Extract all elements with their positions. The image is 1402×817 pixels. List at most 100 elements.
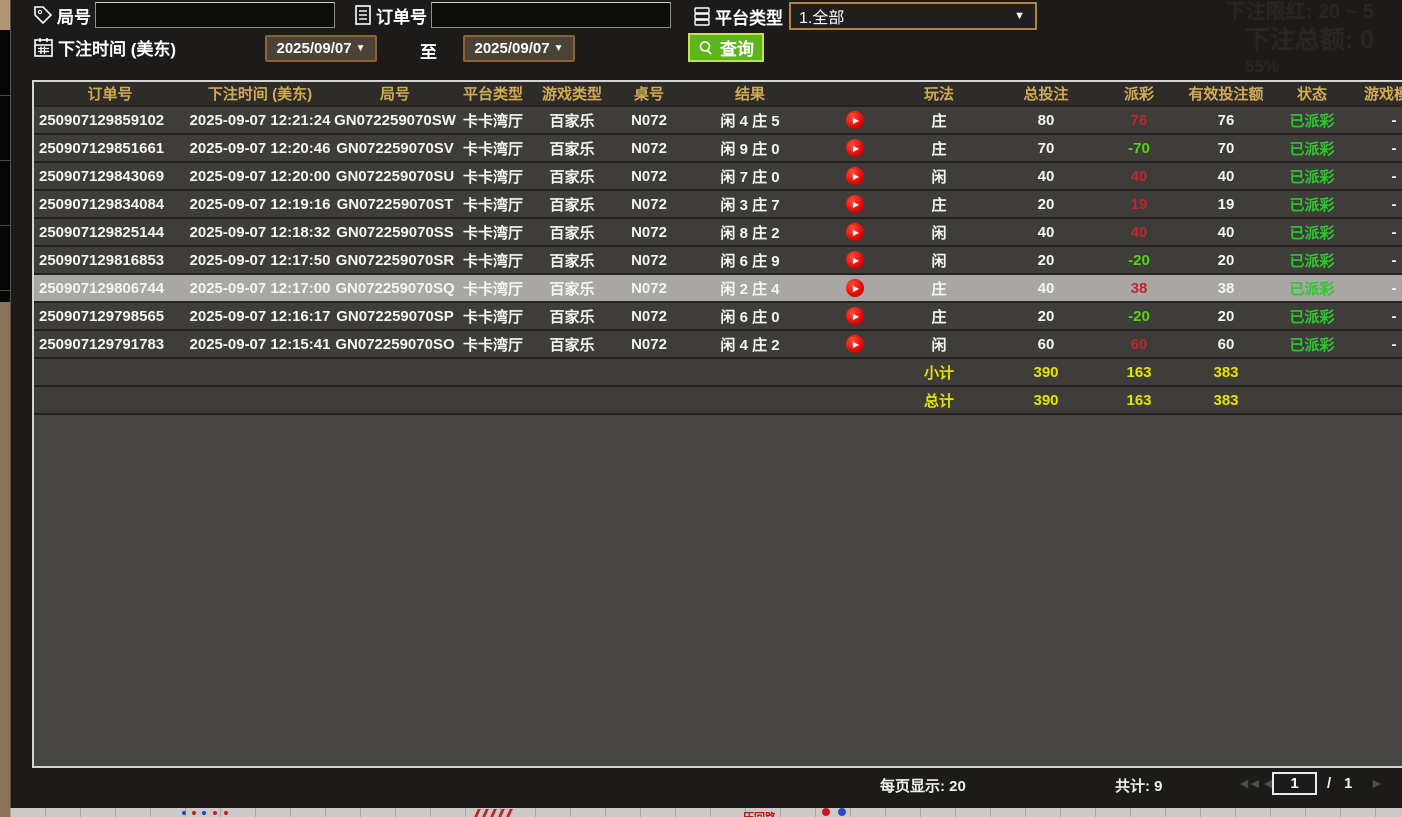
replay-play-icon[interactable]: ▶	[846, 139, 864, 157]
replay-play-icon[interactable]: ▶	[846, 111, 864, 129]
platform-type-select[interactable]: 1.全部 ▼	[789, 2, 1037, 30]
cell-bet_time: 2025-09-07 12:20:46	[186, 140, 334, 157]
total-pages-label: 1	[1344, 775, 1352, 792]
cell-game_mode: -	[1352, 280, 1402, 297]
cell-table_no: N072	[614, 308, 684, 325]
cell-round_no: GN072259070SU	[334, 168, 456, 185]
cell-status: 已派彩	[1272, 222, 1352, 243]
column-header-table_no: 桌号	[614, 83, 684, 104]
cell-status: 已派彩	[1272, 250, 1352, 271]
background-left-strip	[0, 0, 10, 817]
cell-status: 已派彩	[1272, 194, 1352, 215]
cell-game_mode: -	[1352, 168, 1402, 185]
cell-bet_time: 2025-09-07 12:19:16	[186, 196, 334, 213]
cell-result: 闲 6 庄 0▶	[684, 306, 884, 327]
search-icon	[698, 40, 714, 56]
result-score: 闲 6 庄 9	[684, 250, 816, 271]
cell-total_bet: 40	[994, 168, 1098, 185]
replay-play-icon[interactable]: ▶	[846, 195, 864, 213]
query-button[interactable]: 查询	[688, 33, 764, 62]
cell-platform: 卡卡湾厅	[456, 194, 530, 215]
cell-game_mode: -	[1352, 308, 1402, 325]
cell-status: 已派彩	[1272, 334, 1352, 355]
date-to-picker[interactable]: 2025/09/07 ▼	[463, 35, 575, 62]
cell-result: 闲 2 庄 4▶	[684, 278, 884, 299]
order-no-label: 订单号	[376, 3, 427, 28]
cell-bet_time: 2025-09-07 12:20:00	[186, 168, 334, 185]
table-row[interactable]: 2509071298251442025-09-07 12:18:32GN0722…	[34, 219, 1402, 247]
cell-table_no: N072	[614, 168, 684, 185]
cell-round_no: GN072259070SR	[334, 252, 456, 269]
round-no-input[interactable]	[95, 2, 335, 28]
cell-bet_time: 2025-09-07 12:17:50	[186, 252, 334, 269]
table-row[interactable]: 2509071297985652025-09-07 12:16:17GN0722…	[34, 303, 1402, 331]
sum-valid-bet: 383	[1180, 392, 1272, 409]
page-number-input[interactable]	[1272, 772, 1317, 795]
cell-game_mode: -	[1352, 140, 1402, 157]
cell-valid_bet: 20	[1180, 308, 1272, 325]
table-row[interactable]: 2509071298430692025-09-07 12:20:00GN0722…	[34, 163, 1402, 191]
cell-payout: 40	[1098, 224, 1180, 241]
cell-order_no: 250907129859102	[34, 112, 186, 129]
column-header-game_type: 游戏类型	[530, 83, 614, 104]
table-row[interactable]: 2509071298340842025-09-07 12:19:16GN0722…	[34, 191, 1402, 219]
cell-order_no: 250907129843069	[34, 168, 186, 185]
result-score: 闲 7 庄 0	[684, 166, 816, 187]
cell-platform: 卡卡湾厅	[456, 306, 530, 327]
cell-game_mode: -	[1352, 224, 1402, 241]
cell-valid_bet: 70	[1180, 140, 1272, 157]
column-header-total_bet: 总投注	[994, 83, 1098, 104]
bet-records-table: 订单号下注时间 (美东)局号平台类型游戏类型桌号结果玩法总投注派彩有效投注额状态…	[32, 80, 1402, 768]
cell-total_bet: 40	[994, 224, 1098, 241]
column-header-bet_time: 下注时间 (美东)	[186, 83, 334, 104]
cell-order_no: 250907129851661	[34, 140, 186, 157]
cell-status: 已派彩	[1272, 278, 1352, 299]
table-row[interactable]: 2509071298516612025-09-07 12:20:46GN0722…	[34, 135, 1402, 163]
cell-method: 闲	[884, 250, 994, 271]
date-from-picker[interactable]: 2025/09/07 ▼	[265, 35, 377, 62]
cell-table_no: N072	[614, 224, 684, 241]
cell-game_mode: -	[1352, 252, 1402, 269]
replay-play-icon[interactable]: ▶	[846, 279, 864, 297]
cell-valid_bet: 40	[1180, 224, 1272, 241]
cell-payout: 38	[1098, 280, 1180, 297]
cell-game_mode: -	[1352, 112, 1402, 129]
replay-play-icon[interactable]: ▶	[846, 251, 864, 269]
cell-result: 闲 6 庄 9 ▶	[684, 250, 884, 271]
cell-round_no: GN072259070SQ	[334, 280, 456, 297]
cell-payout: 60	[1098, 336, 1180, 353]
cell-bet_time: 2025-09-07 12:18:32	[186, 224, 334, 241]
cell-method: 庄	[884, 194, 994, 215]
cell-round_no: GN072259070SO	[334, 336, 456, 353]
cell-method: 闲	[884, 222, 994, 243]
replay-play-icon[interactable]: ▶	[846, 167, 864, 185]
table-row[interactable]: 2509071298591022025-09-07 12:21:24GN0722…	[34, 107, 1402, 135]
next-page-icon[interactable]: ►	[1370, 775, 1384, 791]
cell-method: 庄	[884, 110, 994, 131]
replay-play-icon[interactable]: ▶	[846, 223, 864, 241]
platform-list-icon	[692, 5, 712, 27]
cell-game_mode: -	[1352, 196, 1402, 213]
cell-table_no: N072	[614, 252, 684, 269]
cell-game_type: 百家乐	[530, 166, 614, 187]
result-score: 闲 4 庄 5	[684, 110, 816, 131]
first-page-icon[interactable]: ◄◄	[1237, 775, 1259, 791]
cell-method: 闲	[884, 334, 994, 355]
column-header-result: 结果	[684, 83, 884, 104]
cell-game_type: 百家乐	[530, 334, 614, 355]
replay-play-icon[interactable]: ▶	[846, 335, 864, 353]
date-range-to-label: 至	[420, 38, 437, 63]
cell-table_no: N072	[614, 196, 684, 213]
cell-valid_bet: 38	[1180, 280, 1272, 297]
replay-play-icon[interactable]: ▶	[846, 307, 864, 325]
order-no-input[interactable]	[431, 2, 671, 28]
table-row[interactable]: 2509071297917832025-09-07 12:15:41GN0722…	[34, 331, 1402, 359]
table-row[interactable]: 2509071298168532025-09-07 12:17:50GN0722…	[34, 247, 1402, 275]
table-row[interactable]: 2509071298067442025-09-07 12:17:00GN0722…	[34, 275, 1402, 303]
cell-payout: -20	[1098, 308, 1180, 325]
column-header-round_no: 局号	[334, 83, 456, 104]
background-red-chip	[822, 808, 830, 816]
round-no-label: 局号	[57, 3, 91, 28]
cell-round_no: GN072259070SP	[334, 308, 456, 325]
cell-result: 闲 9 庄 0▶	[684, 138, 884, 159]
